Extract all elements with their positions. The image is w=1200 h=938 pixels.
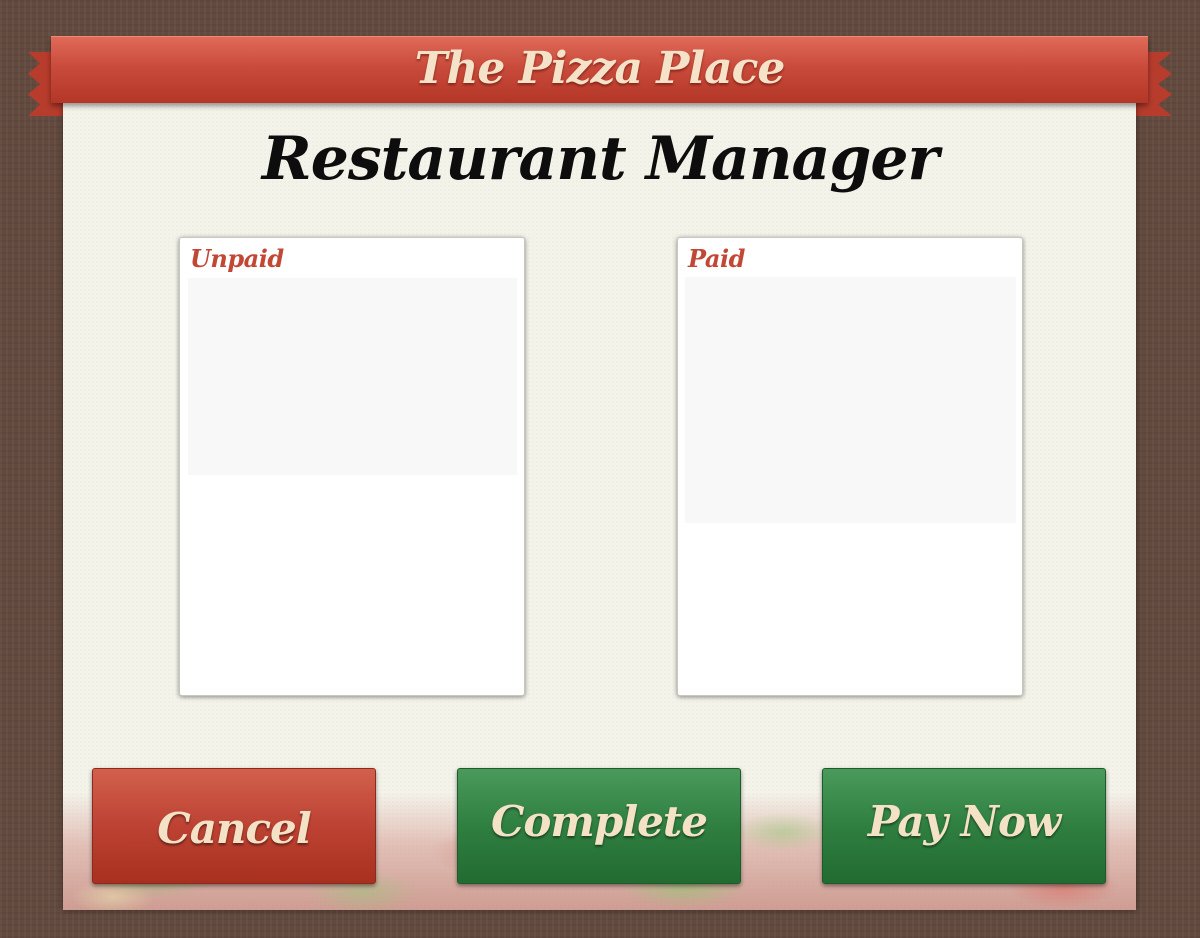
- paid-label: Paid: [688, 244, 745, 273]
- unpaid-orders-list[interactable]: [188, 278, 517, 475]
- unpaid-label: Unpaid: [190, 244, 284, 273]
- pay-now-button[interactable]: Pay Now: [822, 768, 1106, 884]
- paid-orders-card: Paid: [677, 237, 1023, 696]
- complete-button[interactable]: Complete: [457, 768, 741, 884]
- complete-button-label: Complete: [490, 796, 708, 846]
- paid-orders-list[interactable]: [685, 277, 1016, 523]
- pay-now-button-label: Pay Now: [867, 796, 1061, 846]
- unpaid-orders-card: Unpaid: [179, 237, 525, 696]
- brand-title: The Pizza Place: [414, 43, 786, 94]
- cancel-button[interactable]: Cancel: [92, 768, 376, 884]
- cancel-button-label: Cancel: [157, 803, 311, 853]
- header-banner: The Pizza Place: [51, 36, 1148, 103]
- page-title: Restaurant Manager: [261, 124, 939, 194]
